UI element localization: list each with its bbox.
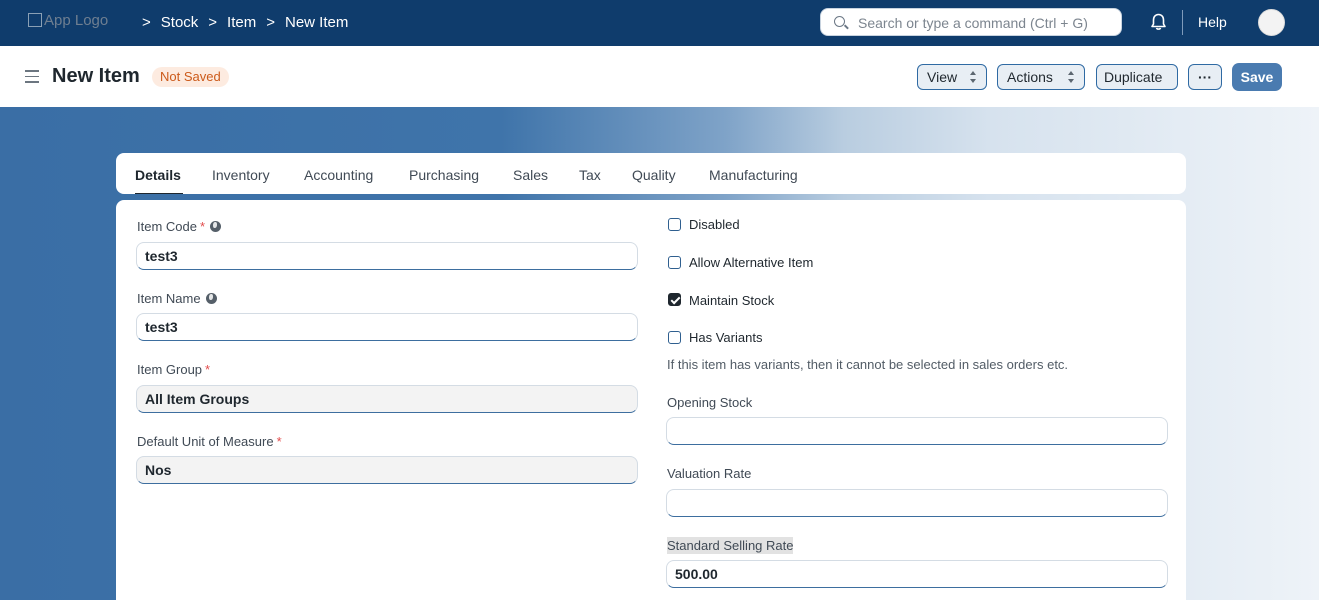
breadcrumb-separator: >	[266, 14, 275, 31]
app-logo-alt-text: App Logo	[44, 12, 109, 29]
uom-field[interactable]: Nos	[136, 456, 638, 484]
active-tab-indicator	[135, 193, 183, 194]
app-logo[interactable]: App Logo	[28, 12, 118, 32]
allow-alternative-item-label: Allow Alternative Item	[689, 255, 814, 270]
page-title: New Item	[52, 65, 140, 87]
tab-tax[interactable]: Tax	[579, 167, 601, 183]
actions-label: Actions	[1007, 69, 1053, 85]
globe-icon	[210, 221, 222, 232]
valuation-rate-label: Valuation Rate	[667, 466, 752, 481]
maintain-stock-checkbox[interactable]	[668, 293, 681, 306]
has-variants-help-text: If this item has variants, then it canno…	[667, 357, 1069, 372]
navbar: App Logo > Stock > Item > New Item Searc…	[0, 0, 1319, 46]
search-input[interactable]: Search or type a command (Ctrl + G)	[820, 8, 1122, 36]
item-code-label: Item Code *	[137, 219, 222, 234]
notification-bell-icon[interactable]	[1150, 13, 1167, 31]
actions-dropdown-button[interactable]: Actions	[997, 64, 1085, 90]
globe-icon	[205, 293, 217, 304]
duplicate-button[interactable]: Duplicate	[1096, 64, 1178, 90]
search-icon	[834, 16, 845, 27]
item-group-label: Item Group *	[137, 362, 211, 377]
tab-accounting[interactable]: Accounting	[304, 167, 373, 183]
status-badge: Not Saved	[152, 67, 229, 87]
avatar[interactable]	[1258, 9, 1285, 36]
maintain-stock-label: Maintain Stock	[689, 293, 775, 308]
tab-quality[interactable]: Quality	[632, 167, 676, 183]
up-down-chevron-icon	[970, 71, 976, 83]
breadcrumb: > Stock > Item > New Item	[132, 14, 348, 31]
standard-selling-rate-field[interactable]: 500.00	[666, 560, 1168, 588]
disabled-label: Disabled	[689, 217, 740, 232]
uom-label: Default Unit of Measure *	[137, 434, 282, 449]
tab-purchasing[interactable]: Purchasing	[409, 167, 479, 183]
disabled-checkbox[interactable]	[668, 218, 681, 231]
page-head: New Item Not Saved View Actions Duplicat…	[0, 46, 1319, 107]
tab-details[interactable]: Details	[135, 167, 181, 183]
opening-stock-label: Opening Stock	[667, 395, 753, 410]
valuation-rate-field[interactable]	[666, 489, 1168, 517]
item-code-field[interactable]: test3	[136, 242, 638, 270]
tab-manufacturing[interactable]: Manufacturing	[709, 167, 798, 183]
breadcrumb-stock[interactable]: Stock	[161, 14, 199, 31]
save-button[interactable]: Save	[1232, 63, 1282, 91]
tab-sales[interactable]: Sales	[513, 167, 548, 183]
item-name-label: Item Name	[137, 291, 217, 306]
view-label: View	[927, 69, 958, 85]
breadcrumb-separator: >	[142, 14, 151, 31]
help-menu[interactable]: Help	[1198, 14, 1227, 30]
breadcrumb-new-item[interactable]: New Item	[285, 14, 348, 31]
navbar-divider	[1182, 10, 1183, 35]
breadcrumb-separator: >	[208, 14, 218, 31]
item-name-field[interactable]: test3	[136, 313, 638, 341]
has-variants-checkbox[interactable]	[668, 331, 681, 344]
tab-inventory[interactable]: Inventory	[212, 167, 270, 183]
sidebar-toggle-icon[interactable]	[25, 70, 39, 84]
breadcrumb-item[interactable]: Item	[227, 14, 256, 31]
standard-selling-rate-label: Standard Selling Rate	[667, 537, 794, 554]
allow-alternative-item-checkbox[interactable]	[668, 256, 681, 269]
view-dropdown-button[interactable]: View	[917, 64, 987, 90]
form-tabs: Details Inventory Accounting Purchasing …	[116, 153, 1186, 194]
opening-stock-field[interactable]	[666, 417, 1168, 445]
broken-image-icon	[28, 13, 42, 27]
item-group-field[interactable]: All Item Groups	[136, 385, 638, 413]
more-options-button[interactable]: ···	[1188, 64, 1222, 90]
up-down-chevron-icon	[1068, 71, 1074, 83]
search-placeholder: Search or type a command (Ctrl + G)	[858, 15, 1088, 31]
has-variants-label: Has Variants	[689, 330, 763, 345]
